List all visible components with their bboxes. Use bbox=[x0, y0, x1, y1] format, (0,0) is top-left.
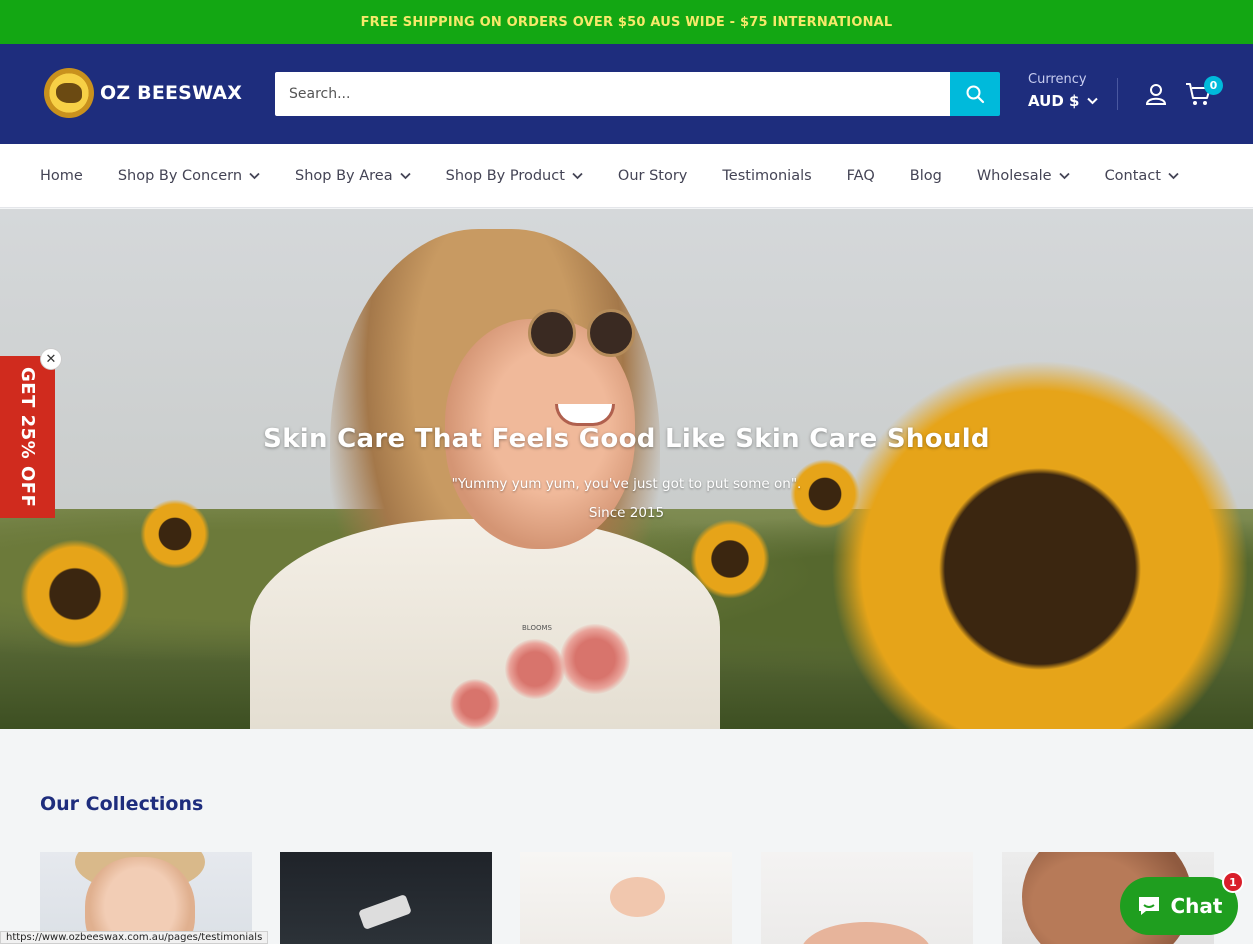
hero-subtitle: "Yummy yum yum, you've just got to put s… bbox=[451, 476, 802, 492]
nav-item-shop-by-area[interactable]: Shop By Area bbox=[295, 168, 411, 184]
logo-text: OZ BEESWAX bbox=[100, 82, 243, 104]
chevron-down-icon bbox=[399, 172, 411, 179]
collection-card[interactable] bbox=[520, 852, 732, 944]
nav-label: Contact bbox=[1104, 167, 1161, 184]
nav-item-shop-by-concern[interactable]: Shop By Concern bbox=[118, 168, 260, 184]
nav-label: Home bbox=[40, 167, 83, 184]
nav-label: Wholesale bbox=[976, 167, 1052, 184]
collection-card[interactable] bbox=[280, 852, 492, 944]
header-divider bbox=[1117, 78, 1118, 110]
search-button[interactable] bbox=[950, 72, 1000, 116]
sunglasses-image bbox=[528, 309, 576, 357]
chat-unread-badge: 1 bbox=[1222, 871, 1244, 893]
hero-text-block: Skin Care That Feels Good Like Skin Care… bbox=[0, 424, 1253, 521]
currency-label: Currency bbox=[1028, 72, 1087, 87]
collection-image bbox=[801, 922, 931, 944]
hero-banner[interactable]: BLOOMS Skin Care That Feels Good Like Sk… bbox=[0, 209, 1253, 729]
chat-button[interactable]: Chat bbox=[1120, 877, 1238, 935]
search-input[interactable] bbox=[275, 72, 950, 116]
chevron-down-icon bbox=[1058, 172, 1070, 179]
logo-badge-icon bbox=[44, 68, 94, 118]
promo-label: GET 25% OFF bbox=[17, 366, 38, 508]
collections-title: Our Collections bbox=[40, 793, 204, 815]
collection-card[interactable] bbox=[761, 852, 973, 944]
nav-item-wholesale[interactable]: Wholesale bbox=[977, 168, 1070, 184]
search-bar bbox=[275, 72, 1000, 116]
chevron-down-icon bbox=[1168, 172, 1179, 179]
nav-item-our-story[interactable]: Our Story bbox=[618, 168, 687, 184]
nav-item-faq[interactable]: FAQ bbox=[847, 168, 875, 184]
nav-label: Shop By Concern bbox=[117, 167, 243, 184]
nav-item-contact[interactable]: Contact bbox=[1105, 168, 1179, 184]
sunglasses-image bbox=[587, 309, 635, 357]
account-button[interactable] bbox=[1144, 82, 1168, 110]
nav-label: FAQ bbox=[846, 167, 875, 184]
nav-label: Testimonials bbox=[722, 167, 812, 184]
shirt-text: BLOOMS bbox=[522, 624, 552, 632]
announcement-bar: FREE SHIPPING ON ORDERS OVER $50 AUS WID… bbox=[0, 0, 1253, 44]
site-logo[interactable]: OZ BEESWAX bbox=[44, 68, 242, 118]
chevron-down-icon bbox=[249, 172, 260, 179]
shirt-rose-image bbox=[560, 624, 630, 694]
nav-label: Blog bbox=[909, 167, 942, 184]
nav-item-shop-by-product[interactable]: Shop By Product bbox=[446, 168, 583, 184]
site-header: OZ BEESWAX Currency AUD $ bbox=[0, 44, 1253, 144]
currency-selector[interactable]: Currency AUD $ bbox=[1028, 72, 1099, 110]
hero-title: Skin Care That Feels Good Like Skin Care… bbox=[263, 424, 990, 454]
discount-promo-tab[interactable]: GET 25% OFF bbox=[0, 356, 55, 518]
chat-bubble-icon bbox=[1138, 897, 1159, 915]
user-icon bbox=[1145, 84, 1167, 105]
cart-count-badge: 0 bbox=[1204, 76, 1223, 95]
currency-value: AUD $ bbox=[1028, 92, 1080, 110]
announcement-text: FREE SHIPPING ON ORDERS OVER $50 AUS WID… bbox=[360, 14, 893, 30]
nav-label: Our Story bbox=[617, 167, 688, 184]
hero-since: Since 2015 bbox=[588, 505, 665, 521]
promo-close-button[interactable]: ✕ bbox=[40, 348, 62, 370]
chevron-down-icon bbox=[1087, 97, 1099, 105]
nav-label: Shop By Area bbox=[295, 167, 393, 184]
chat-label: Chat bbox=[1170, 894, 1223, 918]
main-nav: Home Shop By Concern Shop By Area Shop B… bbox=[0, 144, 1253, 208]
search-icon bbox=[966, 85, 985, 104]
nav-item-testimonials[interactable]: Testimonials bbox=[722, 168, 811, 184]
nav-item-home[interactable]: Home bbox=[40, 168, 83, 184]
chevron-down-icon bbox=[572, 172, 583, 179]
shirt-rose-image bbox=[505, 639, 565, 699]
nav-label: Shop By Product bbox=[445, 167, 565, 184]
status-bar-url: https://www.ozbeeswax.com.au/pages/testi… bbox=[0, 931, 269, 944]
collection-image bbox=[610, 877, 665, 917]
collection-image bbox=[358, 894, 412, 930]
sunflower-image bbox=[20, 539, 130, 649]
close-icon: ✕ bbox=[45, 351, 57, 367]
shirt-rose-image bbox=[450, 679, 500, 729]
nav-item-blog[interactable]: Blog bbox=[910, 168, 942, 184]
